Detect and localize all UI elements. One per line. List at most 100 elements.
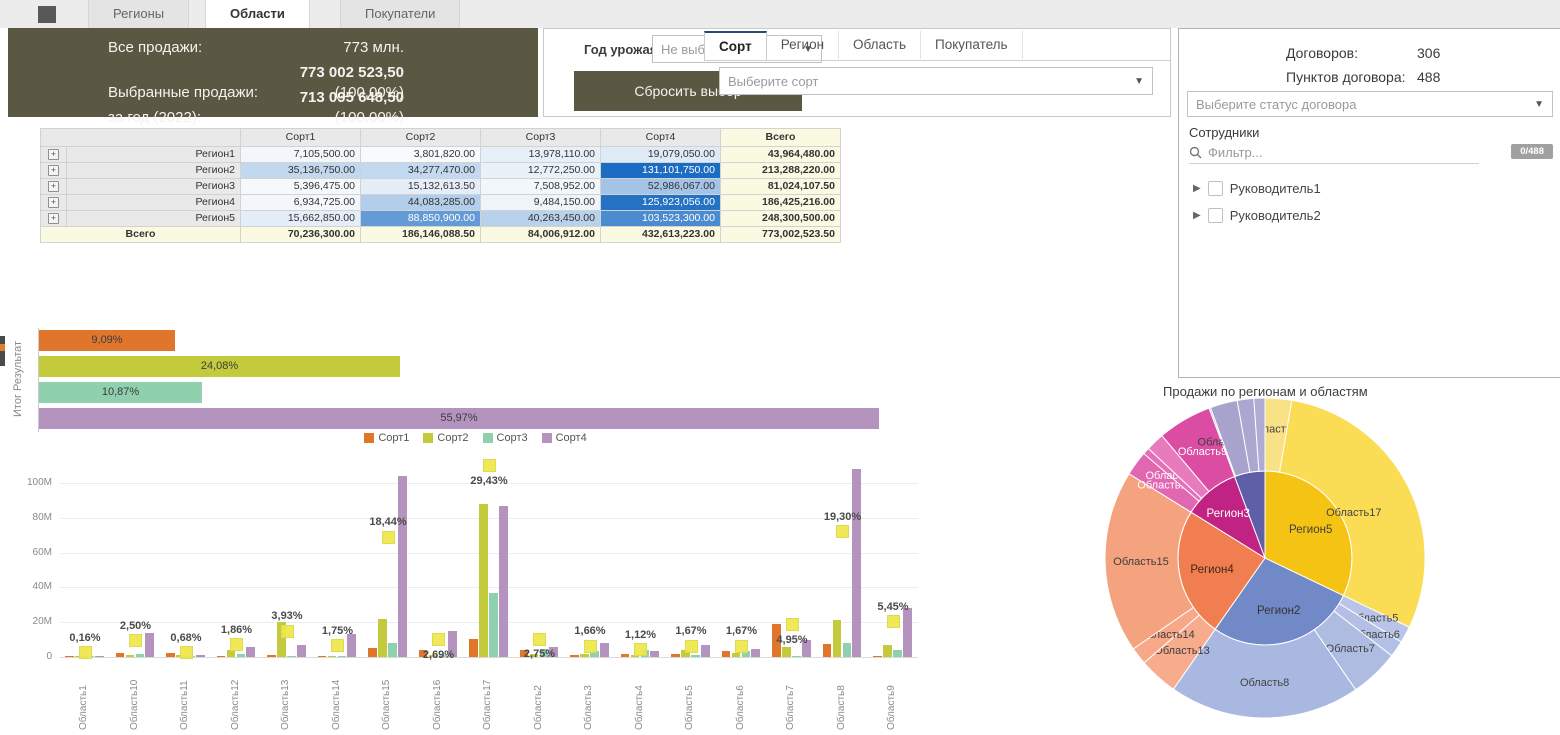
bar-Сорт3-Область7[interactable] — [792, 656, 801, 658]
expand-row-button[interactable]: + — [41, 179, 67, 195]
pivot-column-header[interactable]: Сорт1 — [241, 129, 361, 147]
bar-Сорт3-Область14[interactable] — [338, 656, 347, 658]
bar-Сорт4-Область12[interactable] — [246, 647, 255, 657]
bar-Сорт2-Область7[interactable] — [782, 647, 791, 657]
percent-marker[interactable] — [230, 638, 243, 651]
region-name-cell[interactable]: Регион5 — [67, 211, 241, 227]
bar-Сорт2[interactable]: 24,08% — [39, 356, 400, 377]
expand-row-button[interactable]: + — [41, 147, 67, 163]
value-cell[interactable]: 9,484,150.00 — [481, 195, 601, 211]
bar-Сорт1-Область14[interactable] — [318, 656, 327, 658]
value-cell[interactable]: 5,396,475.00 — [241, 179, 361, 195]
region-name-cell[interactable]: Регион4 — [67, 195, 241, 211]
contract-status-select[interactable]: Выберите статус договора ▼ — [1187, 91, 1553, 117]
bar-Сорт1-Область4[interactable] — [621, 654, 630, 657]
bar-Сорт4-Область11[interactable] — [196, 655, 205, 657]
region-name-cell[interactable]: Регион2 — [67, 163, 241, 179]
bar-Сорт2-Область6[interactable] — [732, 653, 741, 657]
bar-Сорт1-Область8[interactable] — [823, 644, 832, 657]
bar-Сорт4-Область3[interactable] — [600, 643, 609, 657]
tree-item-manager1[interactable]: ▶ Руководитель1 — [1193, 181, 1321, 196]
legend-item-Сорт2[interactable]: Сорт2 — [423, 432, 468, 444]
value-cell[interactable]: 34,277,470.00 — [361, 163, 481, 179]
app-menu-icon[interactable] — [38, 6, 56, 23]
bar-Сорт4-Область9[interactable] — [903, 608, 912, 657]
value-cell[interactable]: 6,934,725.00 — [241, 195, 361, 211]
bar-Сорт1-Область3[interactable] — [570, 655, 579, 657]
bar-Сорт3-Область10[interactable] — [136, 654, 145, 657]
bar-Сорт3-Область5[interactable] — [691, 655, 700, 657]
percent-marker[interactable] — [735, 640, 748, 653]
bar-Сорт4-Область4[interactable] — [650, 651, 659, 657]
percent-marker[interactable] — [836, 525, 849, 538]
bar-Сорт1-Область10[interactable] — [116, 653, 125, 657]
percent-marker[interactable] — [786, 618, 799, 631]
bar-Сорт3-Область15[interactable] — [388, 643, 397, 657]
value-cell[interactable]: 7,508,952.00 — [481, 179, 601, 195]
bar-Сорт4-Область13[interactable] — [297, 645, 306, 657]
bar-Сорт4-Область14[interactable] — [347, 634, 356, 657]
percent-marker[interactable] — [331, 639, 344, 652]
pivot-column-header[interactable]: Сорт4 — [601, 129, 721, 147]
tab-buyers[interactable]: Покупатели — [340, 0, 460, 28]
bar-Сорт4[interactable]: 55,97% — [39, 408, 879, 429]
tab-region[interactable]: Регион — [767, 31, 839, 59]
bar-Сорт3-Область12[interactable] — [237, 654, 246, 657]
value-cell[interactable]: 15,132,613.50 — [361, 179, 481, 195]
value-cell[interactable]: 44,083,285.00 — [361, 195, 481, 211]
value-cell[interactable]: 3,801,820.00 — [361, 147, 481, 163]
legend-item-Сорт1[interactable]: Сорт1 — [364, 432, 409, 444]
bar-Сорт2-Область17[interactable] — [479, 504, 488, 657]
value-cell[interactable]: 7,105,500.00 — [241, 147, 361, 163]
bar-Сорт4-Область15[interactable] — [398, 476, 407, 657]
legend-item-Сорт4[interactable]: Сорт4 — [542, 432, 587, 444]
bar-Сорт1-Область11[interactable] — [166, 653, 175, 657]
percent-marker[interactable] — [685, 640, 698, 653]
bar-Сорт1-Область5[interactable] — [671, 654, 680, 657]
bar-Сорт4-Область6[interactable] — [751, 649, 760, 657]
bar-Сорт2-Область3[interactable] — [580, 654, 589, 657]
tab-area[interactable]: Область — [839, 31, 921, 59]
value-cell[interactable]: 12,772,250.00 — [481, 163, 601, 179]
bar-Сорт1-Область6[interactable] — [722, 651, 731, 657]
bar-Сорт4-Область8[interactable] — [852, 469, 861, 657]
sort-select[interactable]: Выберите сорт ▼ — [719, 67, 1153, 95]
percent-marker[interactable] — [79, 646, 92, 659]
percent-marker[interactable] — [533, 633, 546, 646]
percent-marker[interactable] — [180, 646, 193, 659]
percent-marker[interactable] — [129, 634, 142, 647]
bar-Сорт3-Область17[interactable] — [489, 593, 498, 657]
expand-row-button[interactable]: + — [41, 195, 67, 211]
value-cell[interactable]: 103,523,300.00 — [601, 211, 721, 227]
expand-caret-icon[interactable]: ▶ — [1193, 210, 1201, 221]
pivot-column-header[interactable]: Сорт2 — [361, 129, 481, 147]
bar-Сорт4-Область5[interactable] — [701, 645, 710, 657]
bar-Сорт2-Область15[interactable] — [378, 619, 387, 657]
checkbox[interactable] — [1208, 181, 1223, 196]
percent-marker[interactable] — [483, 459, 496, 472]
value-cell[interactable]: 131,101,750.00 — [601, 163, 721, 179]
expand-caret-icon[interactable]: ▶ — [1193, 183, 1201, 194]
expand-row-button[interactable]: + — [41, 163, 67, 179]
percent-marker[interactable] — [887, 615, 900, 628]
bar-Сорт3[interactable]: 10,87% — [39, 382, 202, 403]
tree-item-manager2[interactable]: ▶ Руководитель2 — [1193, 208, 1321, 223]
legend-item-Сорт3[interactable]: Сорт3 — [483, 432, 528, 444]
bar-Сорт3-Область13[interactable] — [287, 656, 296, 658]
value-cell[interactable]: 88,850,900.00 — [361, 211, 481, 227]
percent-marker[interactable] — [634, 643, 647, 656]
bar-Сорт2-Область10[interactable] — [126, 655, 135, 657]
pivot-column-header[interactable]: Сорт3 — [481, 129, 601, 147]
bar-Сорт4-Область1[interactable] — [95, 656, 104, 658]
tab-areas[interactable]: Области — [205, 0, 310, 28]
bar-Сорт2-Область14[interactable] — [328, 656, 337, 658]
tab-regions[interactable]: Регионы — [88, 0, 189, 28]
value-cell[interactable]: 35,136,750.00 — [241, 163, 361, 179]
tab-sort[interactable]: Сорт — [704, 31, 767, 60]
bar-Сорт1-Область1[interactable] — [65, 656, 74, 658]
bar-Сорт2-Область9[interactable] — [883, 645, 892, 657]
tab-buyer[interactable]: Покупатель — [921, 31, 1023, 59]
expand-row-button[interactable]: + — [41, 211, 67, 227]
bar-Сорт3-Область8[interactable] — [843, 643, 852, 657]
percent-marker[interactable] — [281, 625, 294, 638]
